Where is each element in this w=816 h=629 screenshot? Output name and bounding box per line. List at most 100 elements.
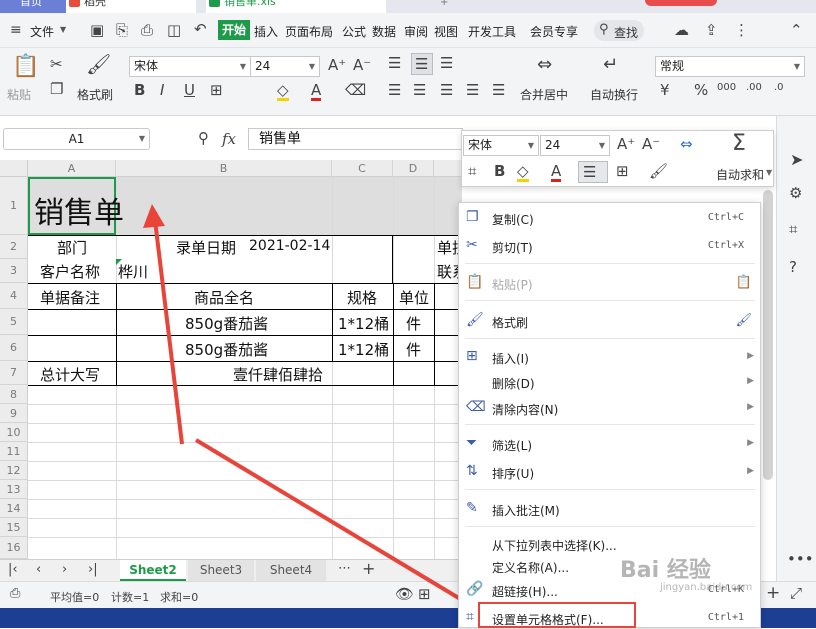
cell-customer-value[interactable]: 桦川 (118, 261, 148, 282)
column-header-a[interactable]: A (28, 160, 116, 177)
first-sheet-icon[interactable]: |‹ (8, 563, 18, 576)
cell-spec-header[interactable]: 规格 (347, 287, 377, 308)
increase-font-icon[interactable]: A⁺ (617, 137, 635, 152)
autosum-button[interactable]: 自动求和 (716, 166, 764, 183)
underline-icon[interactable]: U (184, 83, 195, 98)
auto-wrap-button[interactable]: 自动换行 (590, 86, 638, 103)
cell-record-date[interactable]: 2021-02-14 (249, 238, 330, 254)
tab-member[interactable]: 会员专享 (530, 23, 578, 40)
align-bottom-icon[interactable]: ☰ (440, 56, 453, 71)
border-icon[interactable]: ⊞ (616, 164, 629, 179)
column-header-d[interactable]: D (393, 160, 434, 177)
cell-record-date-label[interactable]: 录单日期 (176, 237, 236, 258)
file-menu[interactable]: 文件 (30, 23, 54, 40)
cell-total-label[interactable]: 总计大写 (40, 364, 100, 385)
row-header-9[interactable]: 9 (0, 404, 28, 423)
fx-label[interactable]: fx (222, 130, 236, 148)
scissors-icon[interactable]: ✂ (50, 57, 63, 72)
context-menu-filter[interactable]: ⏷ 筛选(L) ▶ (459, 433, 760, 455)
context-menu-insert[interactable]: ⊞ 插入(I) ▶ (459, 346, 760, 368)
merge-center-icon[interactable]: ⇔ (537, 56, 552, 74)
vertical-scrollbar[interactable] (762, 190, 774, 480)
row-header-10[interactable]: 10 (0, 423, 28, 442)
sliders-icon[interactable]: ⚙ (789, 186, 802, 201)
more-icon[interactable]: ⋮ (734, 23, 749, 38)
font-color-icon[interactable]: A (311, 83, 322, 101)
context-menu-insert-comment[interactable]: ✎ 插入批注(M) (459, 498, 760, 520)
decrease-decimal-icon[interactable]: .0 (774, 83, 784, 93)
account-button[interactable] (645, 0, 717, 6)
pointer-icon[interactable]: ➤ (790, 152, 803, 168)
tab-developer[interactable]: 开发工具 (468, 23, 516, 40)
row-header-4[interactable]: 4 (0, 283, 28, 309)
preview-icon[interactable]: ◫ (167, 23, 181, 38)
cloud-icon[interactable]: ☁ (674, 23, 689, 38)
cell-total-value[interactable]: 壹仟肆佰肆拾 (233, 364, 323, 385)
tab-home[interactable]: 首页 (0, 0, 66, 13)
row-header-15[interactable]: 15 (0, 518, 28, 537)
cell-item-name[interactable]: 850g番茄酱 (185, 339, 268, 360)
row-header-6[interactable]: 6 (0, 335, 28, 361)
eraser-icon[interactable]: ⌫ (345, 83, 366, 98)
increase-decimal-icon[interactable]: .00 (746, 83, 762, 93)
mini-font-name-select[interactable]: 宋体 ▼ (463, 135, 539, 156)
crop-icon[interactable]: ⌗ (789, 222, 797, 237)
merge-center-button[interactable]: 合并居中 (520, 86, 568, 103)
bold-icon[interactable]: B (134, 83, 145, 98)
font-name-select[interactable]: 宋体 ▼ (129, 56, 251, 77)
eye-icon[interactable]: 👁 (395, 587, 414, 602)
name-box[interactable]: A1 ▼ (3, 128, 150, 150)
normal-view-icon[interactable]: ⊞ (418, 587, 431, 602)
percent-icon[interactable]: % (694, 83, 708, 98)
cell-customer-label[interactable]: 客户名称 (40, 261, 100, 282)
align-center-icon[interactable]: ☰ (413, 83, 426, 98)
paste-options-icon[interactable]: 📋 (736, 275, 752, 290)
border-icon[interactable]: ⊞ (210, 83, 223, 98)
tab-page-layout[interactable]: 页面布局 (285, 23, 333, 40)
context-menu-clear[interactable]: ⌫ 清除内容(N) ▶ (459, 397, 760, 419)
zoom-icon[interactable]: ⚲ (198, 131, 209, 146)
paste-icon[interactable]: 📋 (12, 56, 39, 78)
row-header-16[interactable]: 16 (0, 537, 28, 559)
brush-icon[interactable]: 🖌 (735, 313, 752, 328)
next-sheet-icon[interactable]: › (62, 563, 67, 576)
bold-icon[interactable]: B (494, 164, 505, 179)
sheet-tab-sheet4[interactable]: Sheet4 (256, 560, 326, 581)
currency-icon[interactable]: ¥ (660, 83, 670, 98)
tab-review[interactable]: 审阅 (404, 23, 428, 40)
fill-color-icon[interactable]: ◇ (277, 83, 289, 101)
prev-sheet-icon[interactable]: ‹ (36, 563, 41, 576)
italic-icon[interactable]: I (160, 83, 164, 98)
row-header-5[interactable]: 5 (0, 309, 28, 335)
cell-item-spec[interactable]: 1*12桶 (338, 339, 389, 360)
cell-item-unit[interactable]: 件 (406, 339, 421, 360)
row-header-7[interactable]: 7 (0, 361, 28, 385)
mini-font-size-select[interactable]: 24 ▼ (540, 135, 610, 156)
cell-note-label[interactable]: 单据备注 (40, 287, 100, 308)
select-all-corner[interactable] (0, 160, 28, 177)
last-sheet-icon[interactable]: ›| (88, 563, 98, 576)
row-header-3[interactable]: 3 (0, 259, 28, 283)
context-menu-delete[interactable]: 删除(D) ▶ (459, 371, 760, 393)
align-middle-icon[interactable]: ☰ (578, 161, 608, 183)
more-options-icon[interactable]: ••• (787, 552, 814, 567)
context-menu-format-painter[interactable]: 🖌 格式刷 🖌 (459, 310, 760, 332)
tab-document[interactable]: 销售单.xls (206, 0, 386, 13)
font-size-select[interactable]: 24 ▼ (250, 56, 320, 77)
tab-formulas[interactable]: 公式 (342, 23, 366, 40)
align-top-icon[interactable]: ☰ (388, 56, 401, 71)
add-sheet-icon[interactable]: + (362, 561, 375, 577)
cell-product-header[interactable]: 商品全名 (194, 287, 254, 308)
justify-icon[interactable]: ☰ (466, 83, 479, 98)
context-menu-paste[interactable]: 📋 粘贴(P) 📋 (459, 272, 760, 294)
number-format-select[interactable]: 常规 ▼ (655, 56, 805, 77)
decrease-font-icon[interactable]: A⁻ (642, 137, 660, 152)
cell-item-spec[interactable]: 1*12桶 (338, 313, 389, 334)
align-left-icon[interactable]: ☰ (388, 83, 401, 98)
format-painter-label[interactable]: 格式刷 (77, 86, 113, 103)
search-box[interactable]: ⚲ 查找 (594, 20, 644, 41)
save-icon[interactable]: ▣ (90, 23, 104, 38)
zoom-in-icon[interactable]: + (766, 585, 780, 602)
chevron-up-icon[interactable]: ⌃ (790, 23, 803, 38)
wrap-icon[interactable]: ↵ (603, 56, 618, 74)
